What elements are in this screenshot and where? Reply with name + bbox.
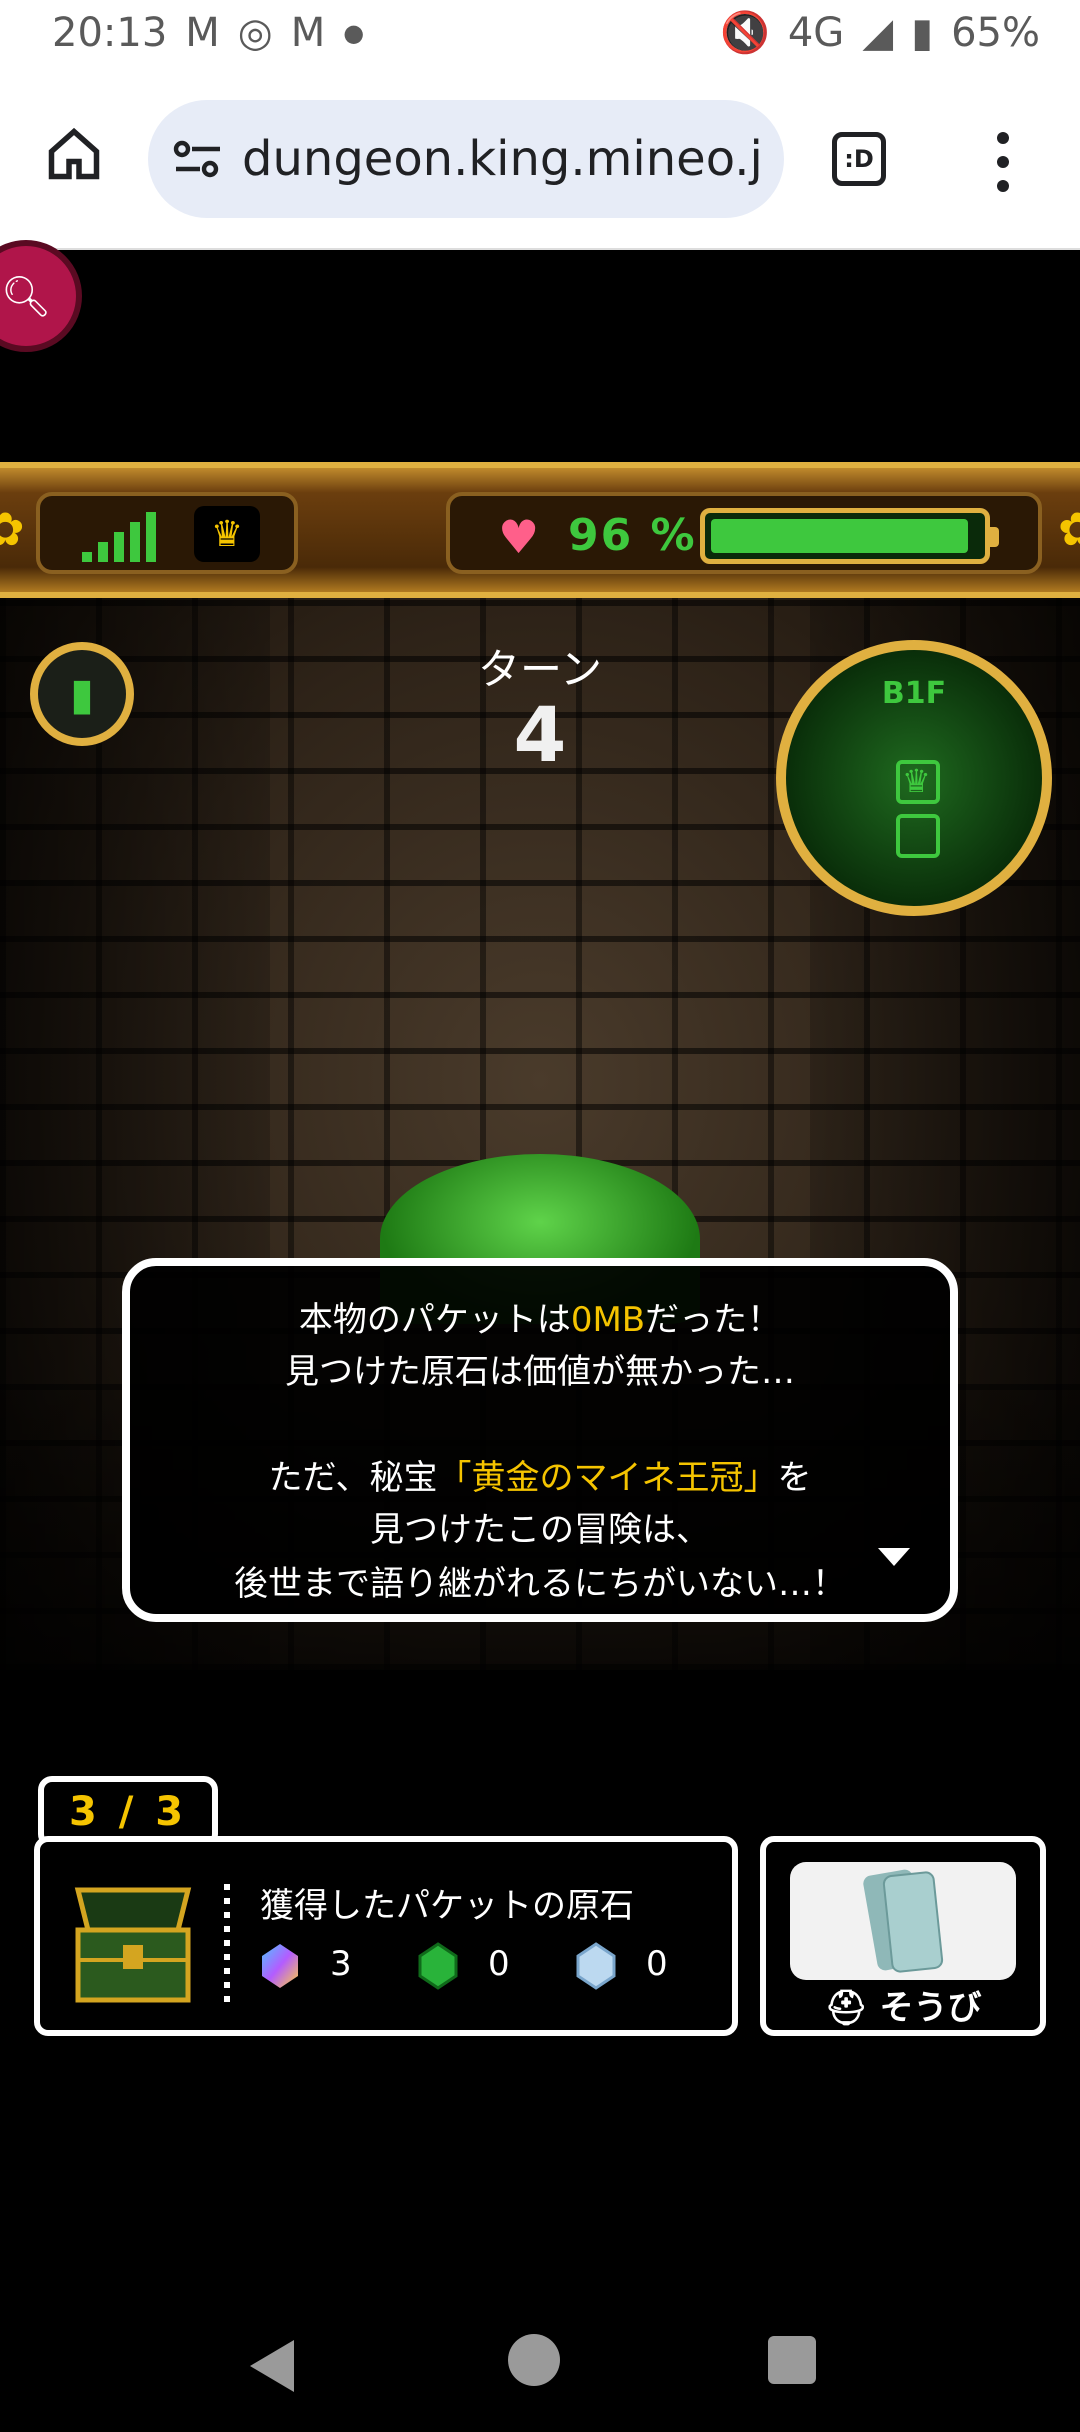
gmail-icon: M bbox=[290, 10, 326, 56]
dialog-highlight: 「黄金のマイネ王冠」 bbox=[437, 1458, 778, 1498]
battery-gauge bbox=[700, 508, 999, 564]
browser-toolbar: dungeon.king.mineo.jp/ :D bbox=[0, 72, 1080, 250]
signal-icon: ◢ bbox=[862, 10, 894, 56]
recent-apps-icon[interactable] bbox=[768, 2336, 816, 2384]
inventory-title: 獲得したパケットの原石 bbox=[260, 1886, 634, 1926]
dialog-text: 本物のパケットは bbox=[298, 1300, 571, 1340]
gem-count: 0 bbox=[488, 1944, 510, 1984]
gem-count: 3 bbox=[330, 1944, 352, 1984]
floor-label: B1F bbox=[881, 676, 947, 711]
address-bar[interactable]: dungeon.king.mineo.jp/ bbox=[148, 100, 784, 218]
battery-icon: ▮ bbox=[911, 10, 934, 56]
minimap-room bbox=[896, 760, 940, 804]
equipment-button[interactable]: ⛑ そうび bbox=[760, 1836, 1046, 2036]
equip-label: ⛑ そうび bbox=[766, 1980, 1040, 2029]
minimap[interactable]: B1F ♛ bbox=[776, 640, 1052, 916]
signal-strength-icon bbox=[82, 512, 156, 562]
back-icon[interactable] bbox=[250, 2340, 294, 2392]
gmail-icon: M bbox=[185, 10, 220, 56]
dialog-line-4: 見つけたこの冒険は、 bbox=[370, 1510, 710, 1550]
dialog-line-2: 見つけた原石は価値が無かった… bbox=[285, 1352, 795, 1392]
helmet-icon: ⛑ bbox=[824, 1988, 868, 2028]
dialog-line-5: 後世まで語り継がれるにちがいない…！ bbox=[234, 1564, 846, 1604]
inventory-panel: 獲得したパケットの原石 3 0 0 bbox=[34, 1836, 738, 2036]
green-gem-icon bbox=[418, 1942, 458, 1990]
home-icon[interactable] bbox=[44, 124, 104, 184]
battery-panel: ♥ 96 % bbox=[446, 492, 1042, 574]
message-dialog[interactable]: 本物のパケットは0MBだった！ 見つけた原石は価値が無かった… ただ、秘宝「黄金… bbox=[122, 1258, 958, 1622]
search-icon: 🔍︎ bbox=[0, 273, 52, 320]
system-nav-bar bbox=[0, 2300, 1080, 2432]
ornament-icon: ✿ bbox=[1058, 502, 1080, 556]
battery-percent: 65% bbox=[951, 10, 1040, 56]
dialog-text: ただ、秘宝 bbox=[268, 1458, 438, 1498]
equipped-phone bbox=[790, 1862, 1016, 1980]
dialog-highlight: 0MB bbox=[570, 1300, 646, 1340]
tab-switcher-button[interactable]: :D bbox=[832, 132, 886, 186]
clock: 20:13 bbox=[52, 10, 168, 56]
dialog-line-3: ただ、秘宝「黄金のマイネ王冠」を bbox=[130, 1450, 950, 1499]
dialog-text: を bbox=[777, 1458, 812, 1498]
battery-percent-label: 96 % bbox=[568, 510, 697, 561]
next-arrow-icon bbox=[878, 1548, 910, 1566]
home-nav-icon[interactable] bbox=[508, 2334, 560, 2386]
blue-gem-icon bbox=[576, 1942, 616, 1990]
network-type: 4G bbox=[787, 10, 845, 56]
smartphone-icon bbox=[863, 1869, 944, 1973]
heart-icon: ♥ bbox=[498, 510, 540, 564]
rainbow-gem-icon bbox=[262, 1944, 298, 1988]
mute-icon: 🔇 bbox=[720, 10, 770, 56]
tab-switcher-label: :D bbox=[844, 145, 874, 173]
battery-gauge-fill bbox=[711, 519, 968, 553]
notification-dot-icon: ● bbox=[343, 19, 365, 47]
wifi-calling-icon: ◎ bbox=[237, 10, 273, 56]
treasure-chest-icon bbox=[74, 1887, 192, 2003]
crown-icon: ♛ bbox=[194, 506, 260, 562]
dialog-line-1: 本物のパケットは0MBだった！ bbox=[130, 1292, 950, 1341]
game-status-bar: ✿ ♛ ♥ 96 % ✿ bbox=[0, 462, 1080, 598]
signal-panel: ♛ bbox=[36, 492, 298, 574]
url-text: dungeon.king.mineo.jp/ bbox=[242, 131, 762, 187]
minimap-room bbox=[896, 814, 940, 858]
gem-count: 0 bbox=[646, 1944, 668, 1984]
dialog-text: だった！ bbox=[645, 1300, 782, 1340]
site-settings-icon[interactable] bbox=[172, 137, 224, 181]
equip-label-text: そうび bbox=[879, 1988, 982, 2028]
ornament-icon: ✿ bbox=[0, 502, 25, 556]
search-fab[interactable]: 🔍︎ bbox=[0, 240, 82, 352]
status-bar: 20:13 M ◎ M ● 🔇 4G ◢ ▮ 65% bbox=[0, 0, 1080, 72]
more-menu-icon[interactable] bbox=[996, 130, 1010, 194]
